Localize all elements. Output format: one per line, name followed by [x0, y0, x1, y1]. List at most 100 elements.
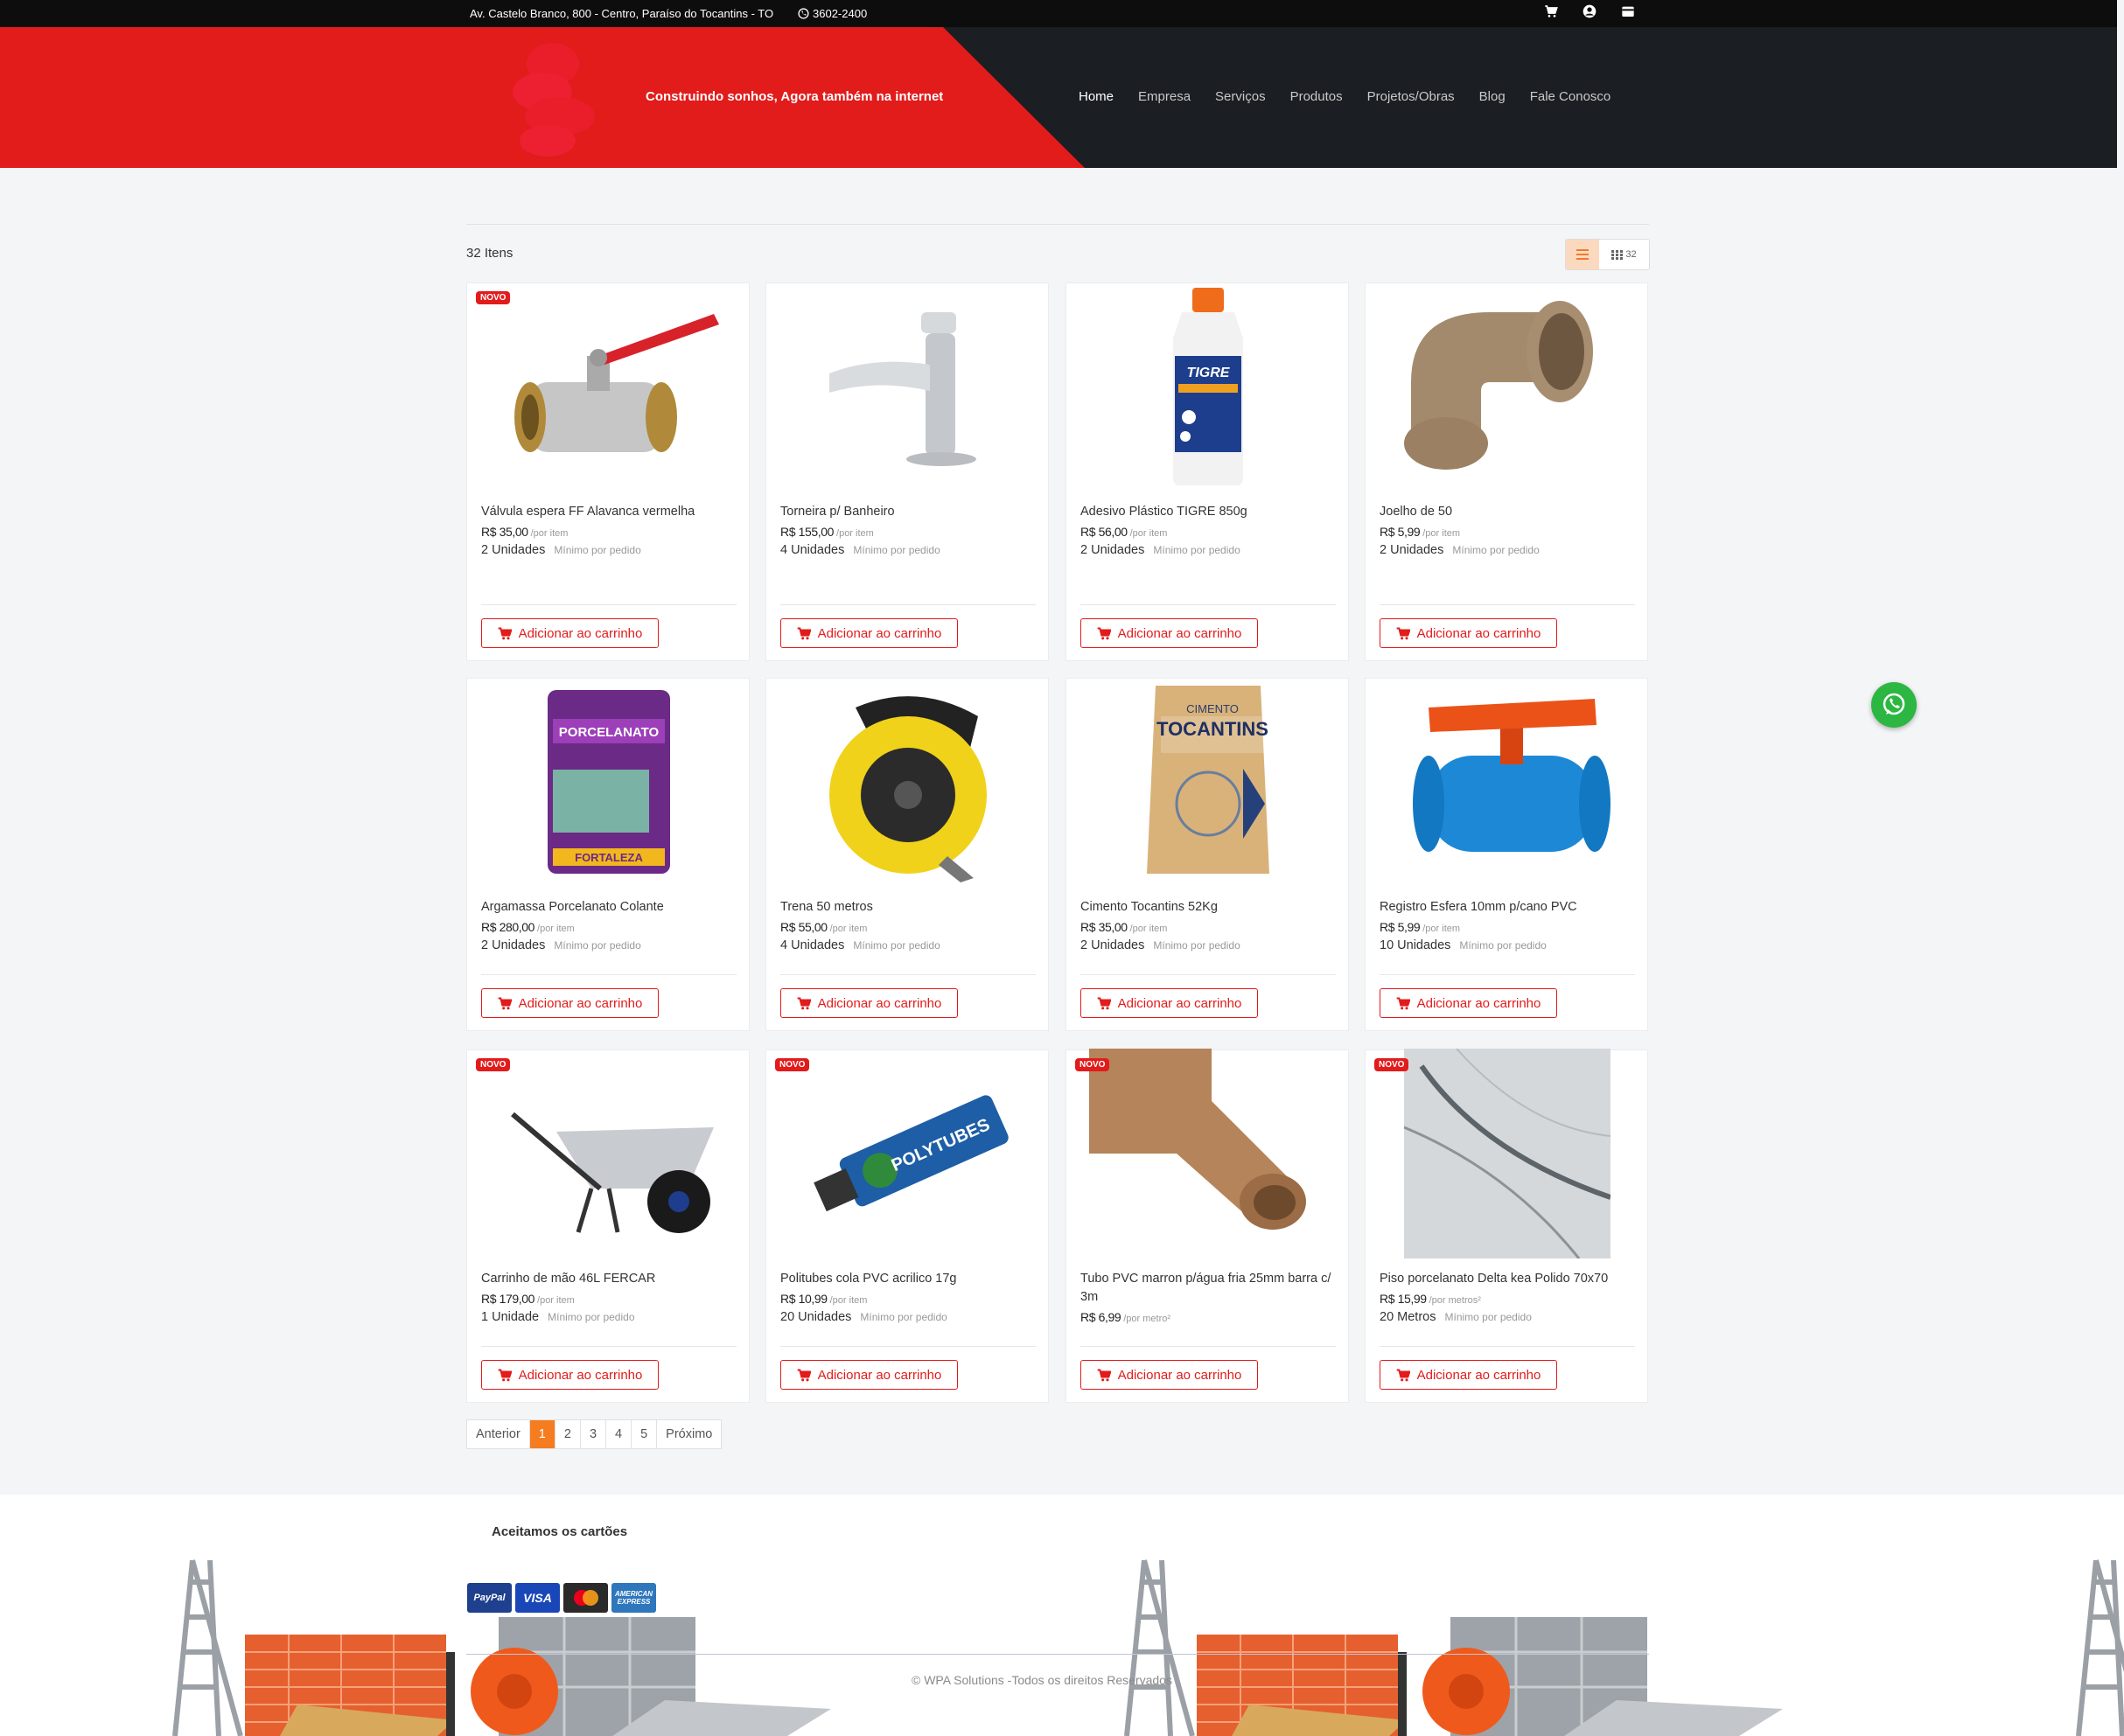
product-image[interactable] [481, 283, 737, 493]
product-card[interactable]: Joelho de 50 R$ 5,99/por item 2 Unidades Mí… [1365, 282, 1648, 661]
company-logo[interactable] [490, 38, 617, 160]
cart-icon [498, 997, 512, 1009]
svg-text:TOCANTINS: TOCANTINS [1156, 718, 1268, 740]
product-card[interactable]: CIMENTO TOCANTINS Cimento Tocantins 52Kg R$… [1065, 678, 1349, 1031]
product-image[interactable] [1380, 679, 1635, 889]
pagination-page-4[interactable]: 4 [606, 1420, 632, 1448]
nav-produtos[interactable]: Produtos [1290, 89, 1343, 104]
product-card[interactable]: NOVO Carrinho de mão 46L FERCAR R$ 179,00/… [466, 1049, 750, 1403]
cart-icon [797, 627, 811, 639]
product-image[interactable] [481, 1050, 737, 1260]
product-card[interactable]: POLYTUBES NOVO Politubes cola PVC acrilico… [765, 1049, 1049, 1403]
min-quantity-value: 2 Unidades [1080, 543, 1145, 557]
nav-projetos-obras[interactable]: Projetos/Obras [1367, 89, 1455, 104]
price-value: R$ 280,00 [481, 920, 535, 934]
nav-blog[interactable]: Blog [1479, 89, 1506, 104]
product-card[interactable]: Trena 50 metros R$ 55,00/por item 4 Unidad… [765, 678, 1049, 1031]
nav-home[interactable]: Home [1079, 89, 1114, 104]
min-quantity-value: 2 Unidades [1080, 938, 1145, 952]
product-image[interactable] [780, 283, 1036, 493]
add-to-cart-button[interactable]: Adicionar ao carrinho [1380, 1360, 1557, 1390]
payment-cards-title: Aceitamos os cartões [492, 1524, 628, 1539]
nav-servicos[interactable]: Serviços [1215, 89, 1266, 104]
product-card[interactable]: Registro Esfera 10mm p/cano PVC R$ 5,99/p… [1365, 678, 1648, 1031]
price-value: R$ 10,99 [780, 1292, 828, 1306]
add-to-cart-label: Adicionar ao carrinho [1117, 1367, 1242, 1383]
product-card[interactable]: PORCELANATO FORTALEZA Argamassa Porcelanat… [466, 678, 750, 1031]
per-page-count: 32 [1625, 249, 1637, 260]
product-price: R$ 280,00/por item [481, 920, 575, 934]
product-image[interactable] [1380, 1047, 1635, 1260]
product-price: R$ 35,00/por item [1080, 920, 1167, 934]
phone-link[interactable]: 3602-2400 [798, 7, 867, 20]
store-icon[interactable] [1621, 4, 1638, 22]
user-icon[interactable] [1583, 4, 1600, 22]
min-quantity-value: 2 Unidades [1380, 543, 1444, 557]
price-value: R$ 15,99 [1380, 1292, 1427, 1306]
product-name[interactable]: Torneira p/ Banheiro [780, 503, 1036, 521]
pagination-page-1[interactable]: 1 [529, 1420, 555, 1448]
product-name[interactable]: Trena 50 metros [780, 898, 1036, 917]
list-view-button[interactable] [1566, 240, 1599, 269]
product-card[interactable]: NOVO Piso porcelanato Delta kea Polido 70… [1365, 1047, 1648, 1403]
product-name[interactable]: Carrinho de mão 46L FERCAR [481, 1270, 737, 1288]
add-to-cart-button[interactable]: Adicionar ao carrinho [1080, 988, 1258, 1018]
pagination-page-5[interactable]: 5 [632, 1420, 658, 1448]
new-badge: NOVO [1075, 1058, 1110, 1071]
price-value: R$ 5,99 [1380, 920, 1421, 934]
grid-view-button[interactable]: 32 [1599, 240, 1649, 269]
product-image[interactable]: POLYTUBES [780, 1050, 1036, 1260]
product-card[interactable]: NOVO Válvula espera FF Alavanca vermelha R… [466, 282, 750, 661]
min-quantity: 2 Unidades Mínimo por pedido [1080, 543, 1240, 557]
product-card[interactable]: Torneira p/ Banheiro R$ 155,00/por item 4 … [765, 282, 1049, 661]
min-quantity-label: Mínimo por pedido [1459, 939, 1547, 952]
cart-icon[interactable] [1544, 4, 1562, 22]
min-quantity-label: Mínimo por pedido [853, 544, 940, 556]
add-to-cart-button[interactable]: Adicionar ao carrinho [780, 618, 958, 648]
add-to-cart-button[interactable]: Adicionar ao carrinho [780, 1360, 958, 1390]
card-divider [1380, 974, 1635, 975]
product-name[interactable]: Válvula espera FF Alavanca vermelha [481, 503, 737, 521]
add-to-cart-button[interactable]: Adicionar ao carrinho [481, 1360, 659, 1390]
svg-text:TIGRE: TIGRE [1187, 366, 1231, 380]
pagination-page-2[interactable]: 2 [555, 1420, 581, 1448]
product-name[interactable]: Adesivo Plástico TIGRE 850g [1080, 503, 1336, 521]
add-to-cart-label: Adicionar ao carrinho [817, 1367, 942, 1383]
add-to-cart-button[interactable]: Adicionar ao carrinho [780, 988, 958, 1018]
pagination-prev[interactable]: Anterior [467, 1420, 530, 1448]
product-card[interactable]: TIGRE Adesivo Plástico TIGRE 850g R$ 56,00… [1065, 282, 1349, 661]
pagination-next[interactable]: Próximo [657, 1420, 721, 1448]
add-to-cart-button[interactable]: Adicionar ao carrinho [1080, 1360, 1258, 1390]
view-toggle: 32 [1565, 239, 1650, 270]
add-to-cart-button[interactable]: Adicionar ao carrinho [481, 618, 659, 648]
product-image[interactable] [1380, 283, 1635, 493]
price-value: R$ 155,00 [780, 525, 835, 539]
product-name[interactable]: Piso porcelanato Delta kea Polido 70x70 [1380, 1270, 1635, 1288]
nav-empresa[interactable]: Empresa [1138, 89, 1191, 104]
min-quantity-label: Mínimo por pedido [1444, 1311, 1532, 1323]
product-image[interactable]: PORCELANATO FORTALEZA [481, 679, 737, 889]
nav-fale-conosco[interactable]: Fale Conosco [1530, 89, 1611, 104]
add-to-cart-button[interactable]: Adicionar ao carrinho [481, 988, 659, 1018]
min-quantity-value: 20 Unidades [780, 1310, 852, 1324]
pagination-page-3[interactable]: 3 [581, 1420, 607, 1448]
product-name[interactable]: Registro Esfera 10mm p/cano PVC [1380, 898, 1635, 917]
add-to-cart-button[interactable]: Adicionar ao carrinho [1380, 988, 1557, 1018]
product-image[interactable] [780, 679, 1036, 889]
whatsapp-float-button[interactable] [1871, 682, 1917, 728]
product-name[interactable]: Tubo PVC marron p/água fria 25mm barra c… [1080, 1270, 1336, 1307]
price-unit: /por metros² [1429, 1295, 1481, 1306]
product-image[interactable]: TIGRE [1080, 283, 1336, 493]
svg-text:CIMENTO: CIMENTO [1186, 702, 1239, 715]
product-image[interactable] [1080, 1048, 1336, 1260]
product-name[interactable]: Cimento Tocantins 52Kg [1080, 898, 1336, 917]
mastercard-card [563, 1583, 608, 1613]
product-image[interactable]: CIMENTO TOCANTINS [1080, 679, 1336, 889]
product-name[interactable]: Argamassa Porcelanato Colante [481, 898, 737, 917]
add-to-cart-button[interactable]: Adicionar ao carrinho [1080, 618, 1258, 648]
product-name[interactable]: Politubes cola PVC acrilico 17g [780, 1270, 1036, 1288]
add-to-cart-button[interactable]: Adicionar ao carrinho [1380, 618, 1557, 648]
product-card[interactable]: NOVO Tubo PVC marron p/água fria 25mm bar… [1065, 1048, 1349, 1403]
product-name[interactable]: Joelho de 50 [1380, 503, 1635, 521]
mastercard-icon [573, 1590, 598, 1606]
